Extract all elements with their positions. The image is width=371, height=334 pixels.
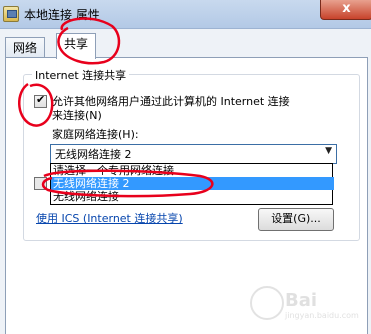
window-title: 本地连接 属性 [24, 8, 100, 22]
tab-sharing[interactable]: 共享 [56, 33, 97, 59]
paw-logo-icon [250, 286, 284, 320]
partially-hidden-checkbox[interactable] [34, 177, 47, 190]
watermark-sub: jingyan.baidu.com [285, 311, 359, 320]
dropdown-option-selected[interactable]: 无线网络连接 2 [51, 177, 334, 190]
home-network-label: 家庭网络连接(H): [52, 128, 139, 141]
checkmark-icon: ✔ [36, 93, 46, 106]
dropdown-option[interactable]: 无线网络连接 [51, 190, 334, 203]
baidu-watermark: Bai jingyan.baidu.com [245, 284, 365, 324]
network-connection-icon [3, 6, 19, 22]
title-bar: 本地连接 属性 x [0, 0, 371, 29]
home-network-select[interactable]: 无线网络连接 2 ▼ [50, 144, 337, 164]
settings-button[interactable]: 设置(G)... [258, 208, 334, 231]
ics-group-title: Internet 连接共享 [32, 67, 130, 83]
allow-sharing-checkbox[interactable]: ✔ [34, 93, 47, 108]
ics-help-link[interactable]: 使用 ICS (Internet 连接共享) [36, 210, 183, 226]
tab-strip: 网络 共享 [0, 28, 371, 59]
allow-sharing-label-line2: 来连接(N) [52, 109, 102, 122]
dropdown-option[interactable]: 请选择一个专用网络连接 [51, 164, 334, 177]
home-network-dropdown-list: 请选择一个专用网络连接 无线网络连接 2 无线网络连接 [50, 163, 334, 205]
home-network-select-value: 无线网络连接 2 [55, 148, 132, 161]
tab-network[interactable]: 网络 [5, 37, 46, 58]
chevron-down-icon[interactable]: ▼ [325, 146, 332, 156]
watermark-text: Bai [285, 290, 318, 311]
close-button[interactable]: x [320, 0, 371, 20]
